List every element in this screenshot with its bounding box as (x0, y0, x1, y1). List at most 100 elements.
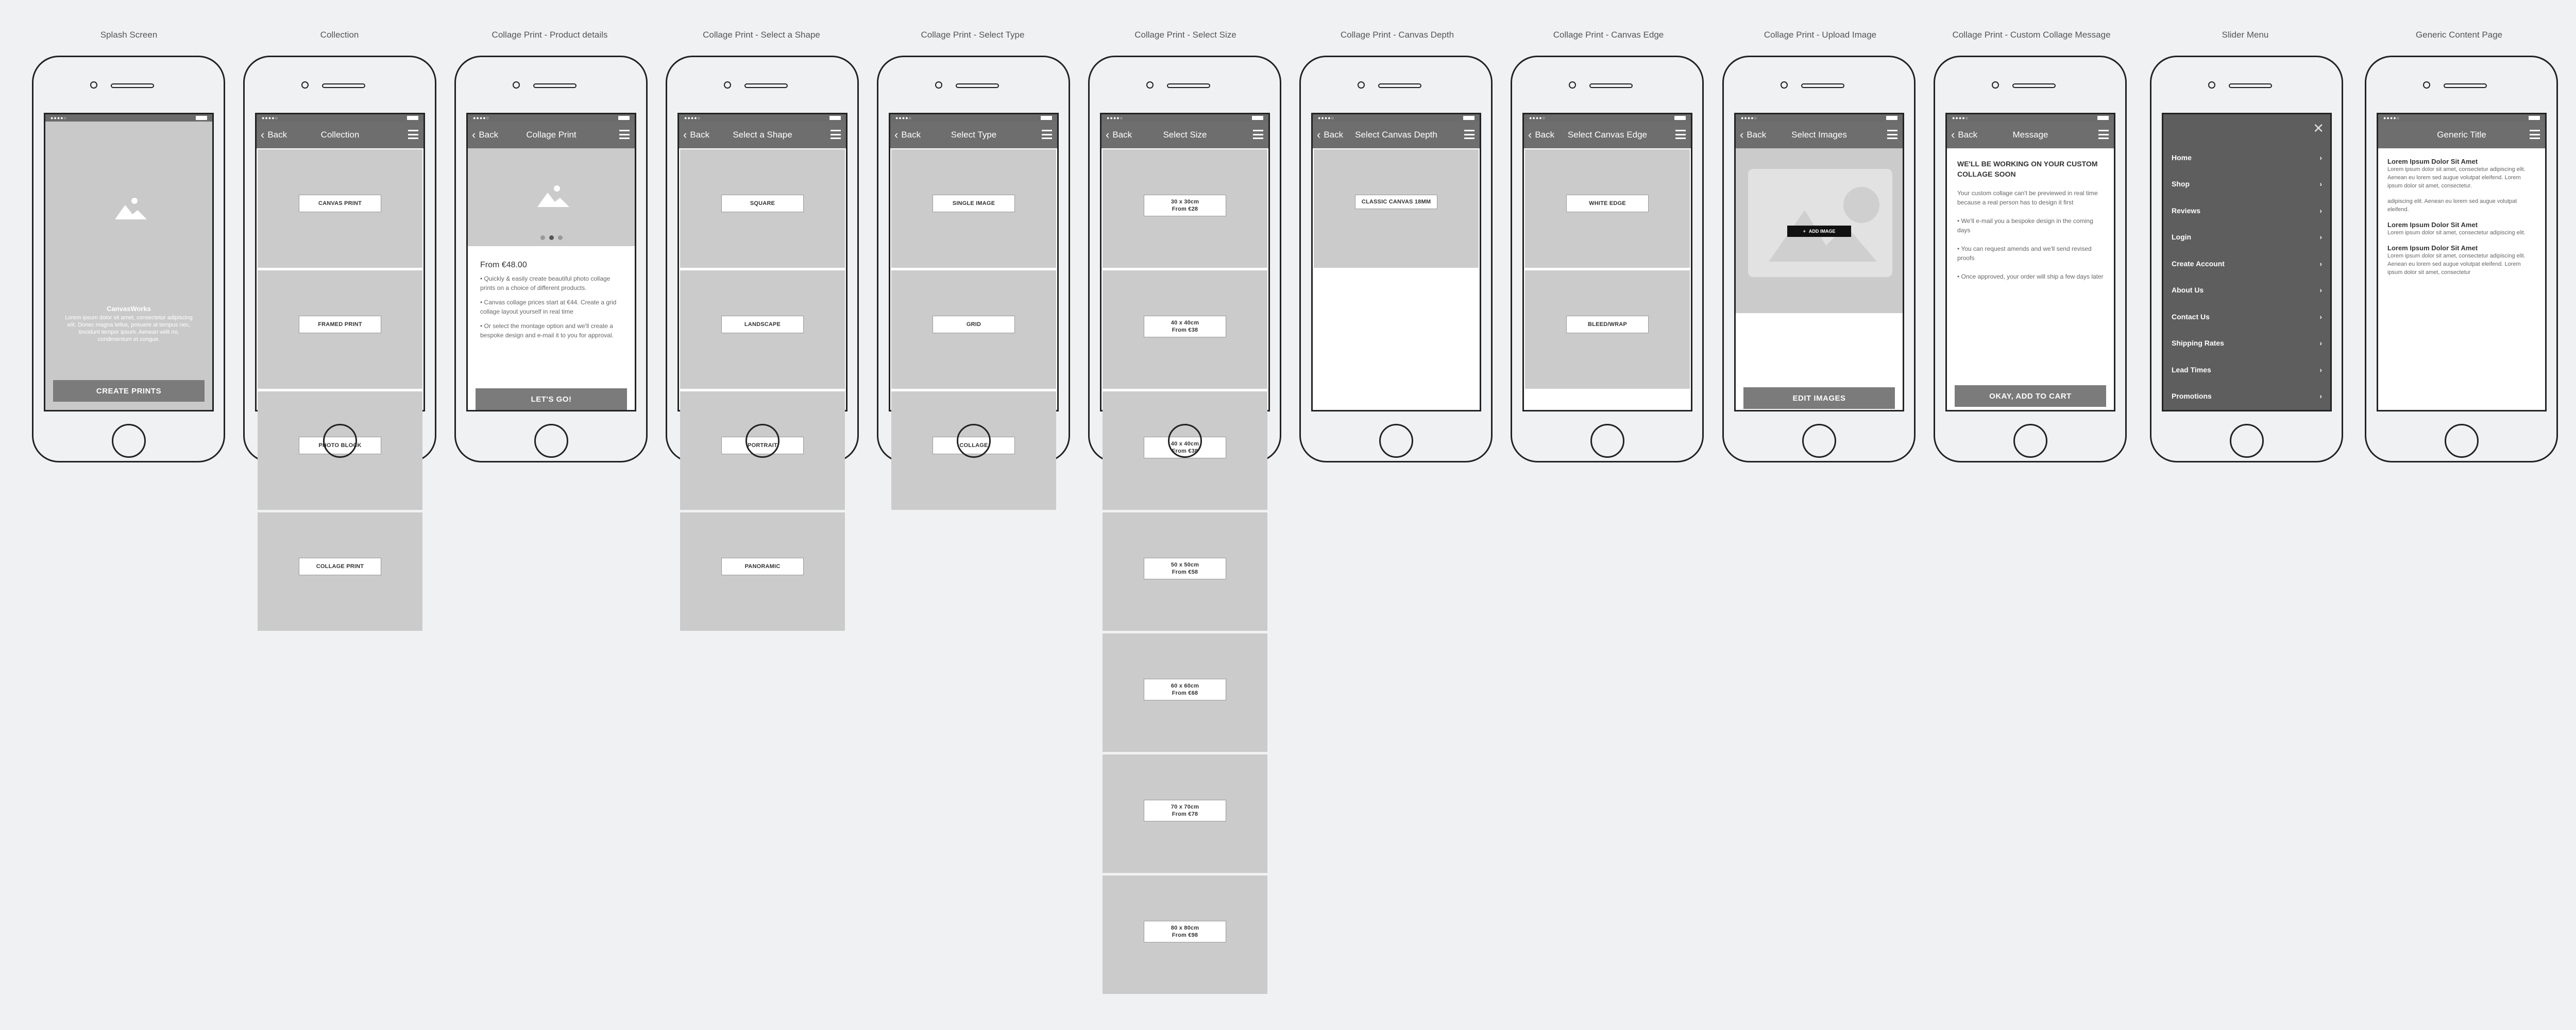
screen-product-details: ●●●●○ ‹ Back Collage Print From €48.00 • … (466, 113, 636, 411)
menu-item[interactable]: Create Account › (2163, 250, 2330, 277)
menu-item[interactable]: Contact Us › (2163, 303, 2330, 330)
list-item[interactable]: SQUARE (680, 149, 845, 268)
page-title: Generic Title (2437, 130, 2486, 140)
back-button[interactable]: ‹ Back (1947, 129, 1988, 141)
hamburger-menu-icon[interactable] (831, 130, 841, 139)
home-button[interactable] (957, 424, 991, 458)
back-button[interactable]: ‹ Back (890, 129, 931, 141)
home-button[interactable] (745, 424, 779, 458)
home-button[interactable] (1802, 424, 1836, 458)
create-prints-button[interactable]: CREATE PRINTS (53, 380, 205, 402)
phone-select-size: ●●●●○ ‹ Back Select Size 30 x 30cm From €2… (1088, 56, 1281, 994)
battery-icon (2529, 116, 2540, 120)
list-item[interactable]: SINGLE IMAGE (891, 149, 1056, 268)
menu-item[interactable]: Shop › (2163, 171, 2330, 198)
battery-icon (829, 116, 841, 120)
carousel-dots[interactable] (468, 235, 635, 240)
signal-icon: ●●●●○ (684, 115, 701, 121)
option-button[interactable]: LANDSCAPE (721, 316, 804, 333)
home-button[interactable] (1168, 424, 1202, 458)
battery-icon (196, 116, 207, 120)
back-button[interactable]: ‹ Back (1736, 129, 1777, 141)
menu-item[interactable]: Home › (2163, 144, 2330, 171)
option-button[interactable]: CANVAS PRINT (299, 195, 381, 212)
menu-item[interactable]: Login › (2163, 224, 2330, 251)
option-button[interactable]: SINGLE IMAGE (933, 195, 1015, 212)
option-button[interactable]: BLEED/WRAP (1566, 316, 1649, 333)
list-item[interactable]: COLLAGE PRINT (258, 512, 422, 631)
image-placeholder-icon (1769, 187, 1879, 262)
option-button[interactable]: 50 x 50cm From €58 (1144, 558, 1226, 579)
home-button[interactable] (112, 424, 146, 458)
home-button[interactable] (1590, 424, 1624, 458)
hamburger-menu-icon[interactable] (1887, 130, 1897, 139)
hamburger-menu-icon[interactable] (408, 130, 418, 139)
option-button[interactable]: SQUARE (721, 195, 804, 212)
home-button[interactable] (2445, 424, 2479, 458)
menu-item-label: Create Account (2172, 259, 2225, 268)
option-button[interactable]: 40 x 40cm From €38 (1144, 316, 1226, 337)
list-item[interactable]: 40 x 40cm From €38 (1103, 270, 1267, 389)
add-image-button[interactable]: + ADD IMAGE (1787, 226, 1851, 237)
home-button[interactable] (323, 424, 357, 458)
hamburger-menu-icon[interactable] (1675, 130, 1686, 139)
list-item[interactable]: 70 x 70cm From €78 (1103, 754, 1267, 873)
hamburger-menu-icon[interactable] (2098, 130, 2109, 139)
option-button[interactable]: FRAMED PRINT (299, 316, 381, 333)
menu-item[interactable]: Reviews › (2163, 197, 2330, 224)
option-button[interactable]: 80 x 80cm From €98 (1144, 921, 1226, 942)
back-label: Back (267, 130, 287, 140)
lets-go-button[interactable]: LET'S GO! (476, 388, 627, 410)
list-item[interactable]: BLEED/WRAP (1525, 270, 1690, 389)
upload-area[interactable]: + ADD IMAGE (1736, 148, 1903, 313)
option-button[interactable]: WHITE EDGE (1566, 195, 1649, 212)
list-item[interactable]: 30 x 30cm From €28 (1103, 149, 1267, 268)
edit-images-button[interactable]: EDIT IMAGES (1743, 387, 1895, 409)
option-button[interactable]: 70 x 70cm From €78 (1144, 800, 1226, 821)
back-button[interactable]: ‹ Back (257, 129, 298, 141)
back-button[interactable]: ‹ Back (1313, 129, 1354, 141)
back-button[interactable]: ‹ Back (1101, 129, 1143, 141)
option-button[interactable]: PANORAMIC (721, 558, 804, 575)
menu-item[interactable]: Shipping Rates › (2163, 330, 2330, 357)
list-item[interactable]: WHITE EDGE (1525, 149, 1690, 268)
list-item[interactable]: FRAMED PRINT (258, 270, 422, 389)
option-button[interactable]: 30 x 30cm From €28 (1144, 195, 1226, 216)
product-image-carousel[interactable] (468, 148, 635, 246)
phone-canvas-edge: ●●●●○ ‹ Back Select Canvas Edge WHITE EDG… (1511, 56, 1704, 462)
home-button[interactable] (2013, 424, 2047, 458)
signal-icon: ●●●●○ (895, 115, 912, 121)
screen-splash: ●●●●○ CanvasWorks Lorem ipsum dolor sit … (44, 113, 214, 411)
back-button[interactable]: ‹ Back (679, 129, 720, 141)
list-item[interactable]: PANORAMIC (680, 512, 845, 631)
option-button[interactable]: COLLAGE PRINT (299, 558, 381, 575)
screen-custom-message: ●●●●○ ‹ Back Message WE'LL BE WORKING ON … (1945, 113, 2115, 411)
list-item[interactable]: GRID (891, 270, 1056, 389)
back-button[interactable]: ‹ Back (1524, 129, 1565, 141)
option-button[interactable]: 60 x 60cm From €68 (1144, 679, 1226, 700)
battery-icon (618, 116, 630, 120)
home-button[interactable] (2230, 424, 2264, 458)
hamburger-menu-icon[interactable] (1042, 130, 1052, 139)
hamburger-menu-icon[interactable] (619, 130, 630, 139)
hamburger-menu-icon[interactable] (1464, 130, 1475, 139)
list-item[interactable]: 80 x 80cm From €98 (1103, 876, 1267, 994)
menu-item[interactable]: Promotions › (2163, 383, 2330, 410)
option-button[interactable]: GRID (933, 316, 1015, 333)
hamburger-menu-icon[interactable] (2530, 130, 2540, 139)
list-item[interactable]: 60 x 60cm From €68 (1103, 633, 1267, 752)
image-placeholder-icon (537, 184, 569, 210)
back-button[interactable]: ‹ Back (468, 129, 509, 141)
list-item[interactable]: LANDSCAPE (680, 270, 845, 389)
home-button[interactable] (1379, 424, 1413, 458)
menu-item[interactable]: Lead Times › (2163, 356, 2330, 383)
list-item[interactable]: CANVAS PRINT (258, 149, 422, 268)
close-icon[interactable]: ✕ (2313, 122, 2324, 135)
add-to-cart-button[interactable]: OKAY, ADD TO CART (1955, 385, 2106, 407)
home-button[interactable] (534, 424, 568, 458)
list-item[interactable]: 50 x 50cm From €58 (1103, 512, 1267, 631)
hamburger-menu-icon[interactable] (1253, 130, 1263, 139)
menu-item[interactable]: About Us › (2163, 277, 2330, 304)
option-button[interactable]: CLASSIC CANVAS 18MM (1355, 195, 1437, 209)
list-item[interactable]: CLASSIC CANVAS 18MM (1314, 149, 1479, 268)
